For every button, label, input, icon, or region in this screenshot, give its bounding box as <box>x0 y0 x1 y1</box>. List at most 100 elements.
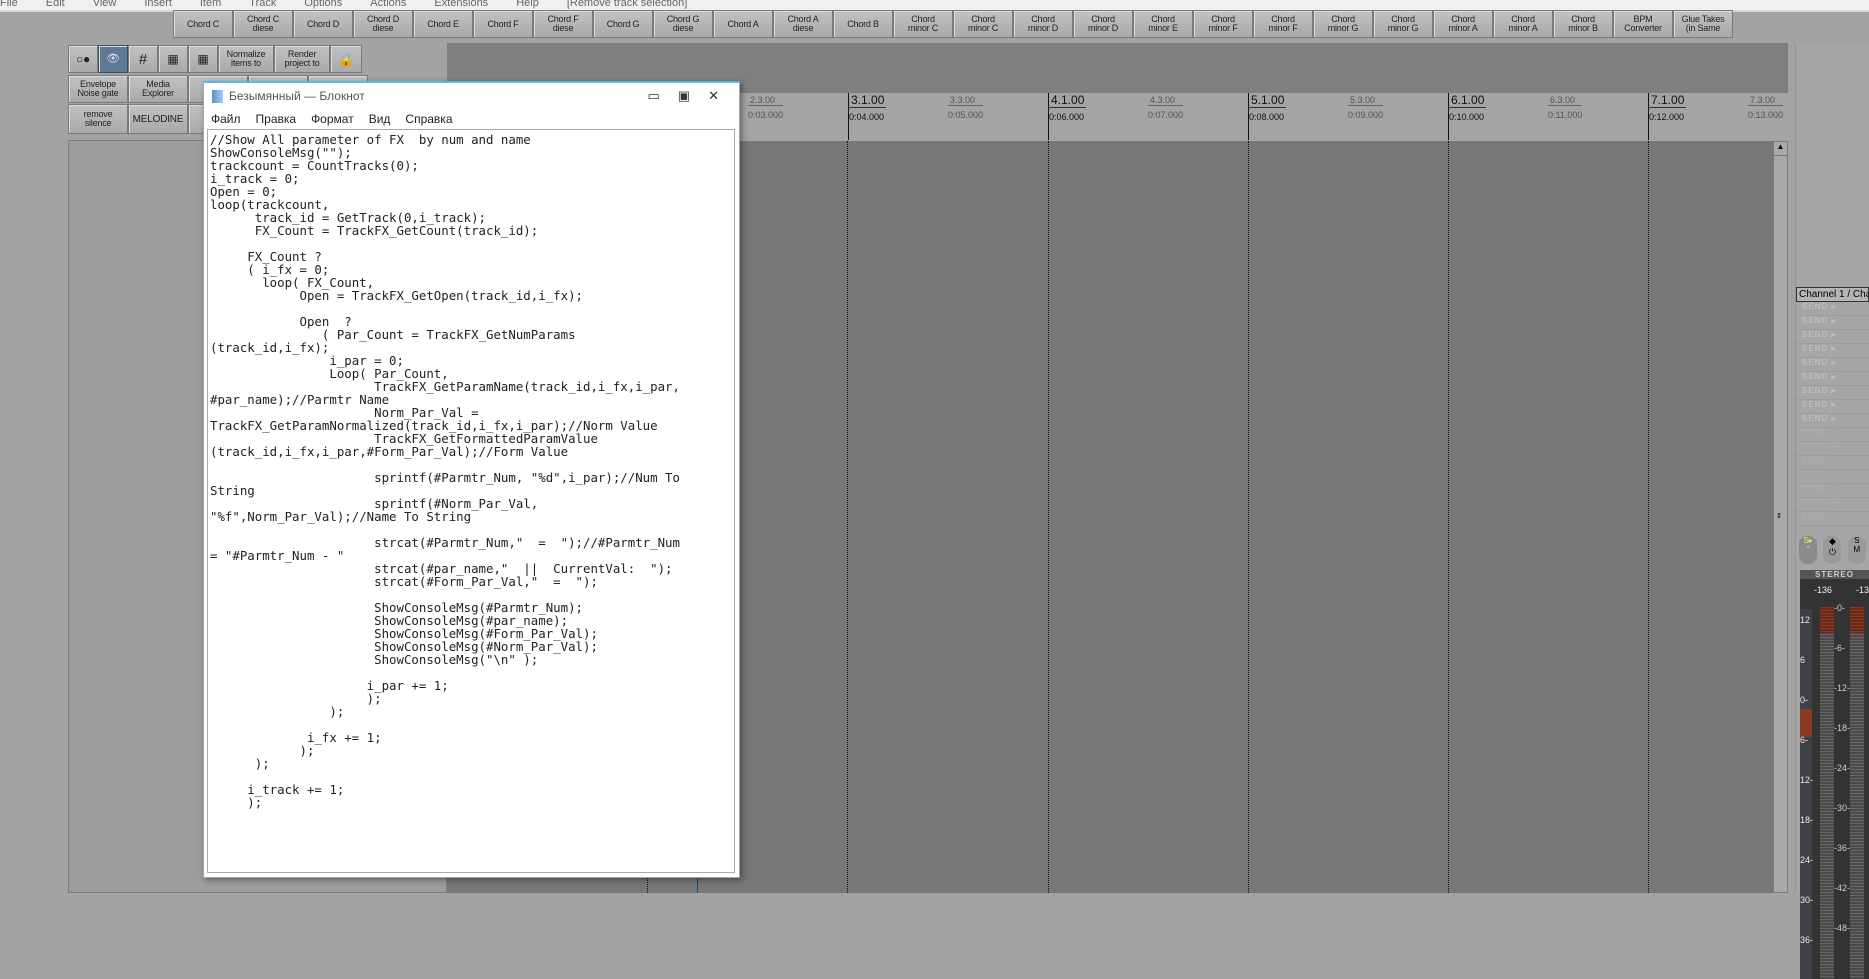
send-slot[interactable]: SEND ▸ <box>1796 484 1869 498</box>
close-button[interactable]: ✕ <box>708 88 719 104</box>
toolbar-button[interactable]: Chord E <box>413 10 473 38</box>
maximize-button[interactable]: ▣ <box>678 88 690 104</box>
send-slot[interactable]: SEND ▸ <box>1796 456 1869 470</box>
toolbar-button[interactable]: Chord C <box>173 10 233 38</box>
window-close-icon: ▦ <box>167 51 179 66</box>
toolbar-button[interactable]: Chord F <box>473 10 533 38</box>
stereo-label: STEREO <box>1800 570 1869 579</box>
ruler-marker: 3.1.00 0:04.000 <box>848 93 887 140</box>
menu-item[interactable]: Insert <box>144 0 172 9</box>
scroll-up-icon[interactable]: ▲ <box>1774 142 1787 156</box>
toolbar-button[interactable]: BPM Converter <box>1613 10 1673 38</box>
ruler-measure: 2.3.00 <box>748 95 784 106</box>
arrange-vertical-scrollbar[interactable]: ▲ ⇕ <box>1773 141 1788 893</box>
custom-toolbar: Chord C Chord C diese Chord D Chord D diese… <box>173 10 1733 38</box>
send-slot[interactable]: SEND ▸ <box>1796 302 1869 316</box>
ruler-marker: 2.3.00 0:03.000 <box>748 95 784 120</box>
notepad-menu-item[interactable]: Правка <box>256 112 297 126</box>
menu-item[interactable]: Actions <box>370 0 406 9</box>
send-slot[interactable]: SEND ▸ <box>1796 470 1869 484</box>
notepad-menu-item[interactable]: Формат <box>311 112 354 126</box>
toolbar-button[interactable]: Chord minor G <box>1373 10 1433 38</box>
toolbar-button[interactable]: Chord B <box>833 10 893 38</box>
send-slot[interactable]: SEND ▸ <box>1796 442 1869 456</box>
ruler-time: 0:13.000 <box>1748 110 1784 120</box>
scale-tick: 6- <box>1800 735 1809 745</box>
render-button[interactable]: Render project to <box>274 45 330 73</box>
menu-item[interactable]: Track <box>249 0 276 9</box>
toolbar-button[interactable]: Chord minor C <box>893 10 953 38</box>
notepad-icon <box>212 89 223 103</box>
notepad-text-area[interactable]: //Show All parameter of FX by num and na… <box>207 129 735 873</box>
channel-meter[interactable]: -136 -136 1260-6-12-18-24-30-36- -0--6--… <box>1800 579 1869 979</box>
toolbar-button[interactable]: Chord G diese <box>653 10 713 38</box>
toolbar-button[interactable]: Chord minor G <box>1313 10 1373 38</box>
toolbar-button[interactable]: Glue Takes (in Same <box>1673 10 1733 38</box>
ruler-time: 0:12.000 <box>1649 112 1685 122</box>
send-slot[interactable]: SEND ▸ <box>1796 414 1869 428</box>
solo-mute-icon[interactable]: SM <box>1847 536 1866 564</box>
scale-tick: 24- <box>1800 855 1814 865</box>
toolbar-button[interactable]: Chord minor A <box>1493 10 1553 38</box>
send-slot[interactable]: SEND ▸ <box>1796 330 1869 344</box>
media-explorer-button[interactable]: Media Explorer <box>128 75 188 103</box>
notepad-menu-item[interactable]: Файл <box>211 112 241 126</box>
toolbar-button[interactable]: Chord minor F <box>1193 10 1253 38</box>
toolbar-button[interactable]: Chord C diese <box>233 10 293 38</box>
channel-name[interactable]: Channel 1 / Cha <box>1796 287 1869 302</box>
toolbar-button[interactable]: Chord D <box>293 10 353 38</box>
measure-line <box>1248 141 1249 893</box>
send-slot[interactable]: SEND ▸ <box>1796 358 1869 372</box>
toolbar-button[interactable]: Chord minor A <box>1433 10 1493 38</box>
menu-item[interactable]: Item <box>200 0 221 9</box>
menu-item[interactable]: Edit <box>46 0 65 9</box>
send-slot[interactable]: SEND ▸ <box>1796 386 1869 400</box>
toolbar-button[interactable]: Chord minor B <box>1553 10 1613 38</box>
toolbar-button[interactable]: Chord minor D <box>1073 10 1133 38</box>
melodine-button[interactable]: MELODINE <box>128 104 188 134</box>
menu-item[interactable]: View <box>93 0 117 9</box>
toolbar-button[interactable]: Chord F diese <box>533 10 593 38</box>
toolbar-button[interactable]: Chord D diese <box>353 10 413 38</box>
toolbar-button[interactable]: Chord minor C <box>953 10 1013 38</box>
ruler-measure: 6.1.00 <box>1449 93 1487 108</box>
grid-button[interactable]: # <box>128 45 158 73</box>
send-slot[interactable]: SEND ▸ <box>1796 512 1869 526</box>
notepad-menu-item[interactable]: Вид <box>369 112 391 126</box>
window-title: Безымянный — Блокнот <box>229 89 365 103</box>
toolbar-button[interactable]: Chord A diese <box>773 10 833 38</box>
send-slot[interactable]: SEND ▸ <box>1796 316 1869 330</box>
notepad-titlebar[interactable]: Безымянный — Блокнот ▭ ▣ ✕ <box>204 83 739 109</box>
toolbar-button[interactable]: Chord minor D <box>1013 10 1073 38</box>
lock-button[interactable]: 🔒 <box>330 45 362 73</box>
toolbar-button[interactable]: Chord minor F <box>1253 10 1313 38</box>
toolbar-button[interactable]: Chord minor E <box>1133 10 1193 38</box>
send-slot[interactable]: SEND ▸ <box>1796 428 1869 442</box>
fx-window-close-button[interactable]: ▦ <box>158 45 188 73</box>
menu-item[interactable]: Extensions <box>434 0 488 9</box>
toolbar-button[interactable]: Chord A <box>713 10 773 38</box>
menu-item[interactable]: Help <box>516 0 539 9</box>
fx-chain-close-button[interactable]: ▦ <box>188 45 218 73</box>
scale-tick: -42- <box>1834 883 1851 893</box>
toolbar-button[interactable]: Chord G <box>593 10 653 38</box>
send-slot[interactable]: SEND ▸ <box>1796 372 1869 386</box>
route-icon[interactable]: S▸ ⌃ <box>1799 536 1818 564</box>
remove-silence-button[interactable]: remove silence <box>68 104 128 134</box>
minimize-button[interactable]: ▭ <box>648 88 660 104</box>
menu-item[interactable]: Options <box>304 0 342 9</box>
notepad-menu-item[interactable]: Справка <box>405 112 452 126</box>
ruler-time: 0:06.000 <box>1049 112 1085 122</box>
envelope-noise-gate-button[interactable]: Envelope Noise gate <box>68 75 128 103</box>
zoom-vertical-icon[interactable]: ⇕ <box>1776 512 1782 520</box>
menu-item[interactable]: [Remove track selection] <box>567 0 687 9</box>
send-slot[interactable]: SEND ▸ <box>1796 498 1869 512</box>
send-slot[interactable]: SEND ▸ <box>1796 344 1869 358</box>
record-mode-button[interactable]: ○● <box>68 45 98 73</box>
menu-item[interactable]: File <box>0 0 18 9</box>
fx-power-icon[interactable]: ◆ ⏻ <box>1823 536 1842 564</box>
send-slot[interactable]: SEND ▸ <box>1796 400 1869 414</box>
ruler-time: 0:09.000 <box>1348 110 1384 120</box>
mixer-view-button[interactable]: 👁 <box>98 45 128 73</box>
normalize-button[interactable]: Normalize items to <box>218 45 274 73</box>
